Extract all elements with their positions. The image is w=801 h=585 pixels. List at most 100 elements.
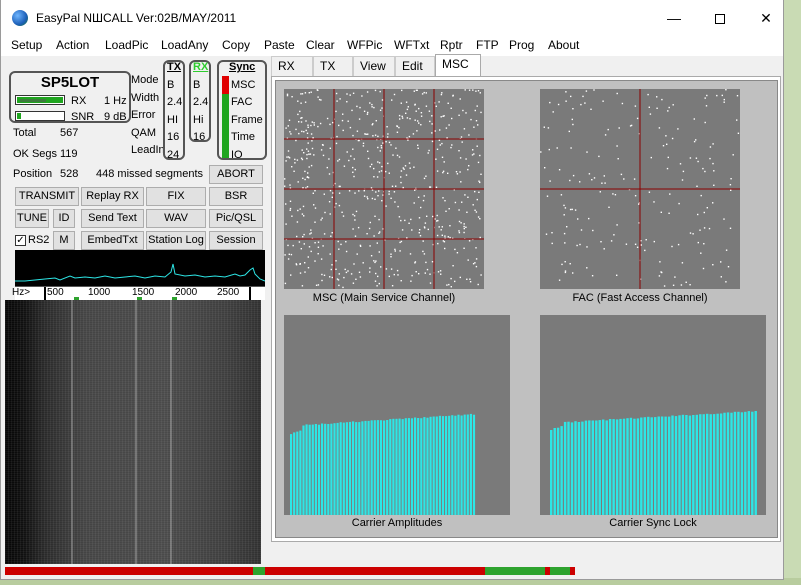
constellation-point [712,264,714,266]
constellation-point [320,219,322,221]
menu-loadpic[interactable]: LoadPic [105,38,148,52]
constellation-point [338,192,341,194]
menu-clear[interactable]: Clear [306,38,335,52]
menu-prog[interactable]: Prog [509,38,534,52]
rx-header: RX [193,61,209,73]
session-button[interactable]: Session [209,231,263,250]
transmit-button[interactable]: TRANSMIT [15,187,79,206]
menu-wfpic[interactable]: WFPic [347,38,382,52]
menu-rptr[interactable]: Rptr [440,38,463,52]
constellation-point [459,276,461,279]
constellation-point [317,96,319,98]
constellation-point [406,108,409,111]
tab-rx[interactable]: RX [271,56,313,76]
title-bar: EasyPal NШCALL Ver:02B/MAY/2011 — ✕ [1,0,783,36]
constellation-point [440,93,443,96]
constellation-point [291,166,293,168]
constellation-point [401,117,404,119]
constellation-point [350,273,353,275]
bsr-button[interactable]: BSR [209,187,263,206]
menu-about[interactable]: About [548,38,579,52]
m-button[interactable]: M [53,231,75,250]
spectrum-trace [15,263,266,282]
embed-txt-button[interactable]: EmbedTxt [81,231,144,250]
ok-segs-label: OK Segs [13,148,58,160]
strip-ok-segment [253,567,265,575]
constellation-point [564,261,566,263]
menu-action[interactable]: Action [56,38,89,52]
constellation-point [305,187,307,189]
constellation-point [468,89,471,91]
menu-loadany[interactable]: LoadAny [161,38,208,52]
id-button[interactable]: ID [53,209,75,228]
frequency-scale[interactable]: Hz> 500 1000 1500 2000 2500 [12,286,265,302]
constellation-point [298,121,300,123]
constellation-point [725,249,728,251]
constellation-point [311,147,314,150]
constellation-point [317,253,319,255]
constellation-point [395,185,397,187]
menu-paste[interactable]: Paste [264,38,295,52]
send-text-button[interactable]: Send Text [81,209,144,228]
menu-copy[interactable]: Copy [222,38,250,52]
constellation-point [586,246,588,248]
close-button[interactable]: ✕ [743,0,789,36]
constellation-point [604,182,606,184]
menu-wftxt[interactable]: WFTxt [394,38,429,52]
station-log-button[interactable]: Station Log [146,231,206,250]
carrier-bar [290,434,293,515]
constellation-point [386,136,389,138]
constellation-point [640,244,642,246]
param-label: Mode [131,74,159,86]
constellation-point [564,207,567,209]
constellation-point [572,272,574,274]
carrier-bar [643,417,647,515]
constellation-point [348,190,351,192]
replay-rx-button[interactable]: Replay RX [81,187,144,206]
fix-button[interactable]: FIX [146,187,206,206]
constellation-point [307,172,309,174]
constellation-point [443,161,445,163]
constellation-point [300,157,303,159]
constellation-point [598,155,600,158]
rx-param-value: B [193,78,201,91]
menu-ftp[interactable]: FTP [476,38,499,52]
constellation-point [323,233,326,235]
constellation-point [591,179,593,181]
menu-setup[interactable]: Setup [11,38,42,52]
tab-edit[interactable]: Edit [395,56,435,76]
constellation-point [480,111,482,114]
tab-view[interactable]: View [353,56,395,76]
constellation-point [703,211,705,214]
maximize-button[interactable] [697,0,743,36]
tab-msc[interactable]: MSC [435,54,481,76]
spectrum-display[interactable] [15,250,266,286]
tx-value: HI [167,113,178,126]
constellation-point [295,128,297,131]
carrier-bar [339,422,342,515]
constellation-point [289,131,291,133]
constellation-point [339,98,341,100]
tune-button[interactable]: TUNE [15,209,49,228]
constellation-point [634,243,637,245]
carrier-bar [302,425,305,515]
constellation-point [449,225,451,227]
sync-item: IO [231,148,243,161]
constellation-point [376,285,378,287]
carrier-bar [747,411,751,515]
minimize-button[interactable]: — [651,0,697,36]
constellation-point [322,154,325,157]
carrier-bar [660,416,664,515]
pic-qsl-button[interactable]: Pic/QSL [209,209,263,228]
constellation-point [463,223,465,225]
carrier-bar [299,430,302,515]
abort-button[interactable]: ABORT [209,165,263,184]
constellation-point [669,193,671,195]
wav-button[interactable]: WAV [146,209,206,228]
constellation-point [415,89,418,91]
constellation-point [375,120,377,122]
rs2-checkbox[interactable]: ✓ [15,235,26,246]
tab-tx[interactable]: TX [313,56,353,76]
waterfall-display[interactable] [5,300,261,564]
carrier-bar [560,426,563,515]
